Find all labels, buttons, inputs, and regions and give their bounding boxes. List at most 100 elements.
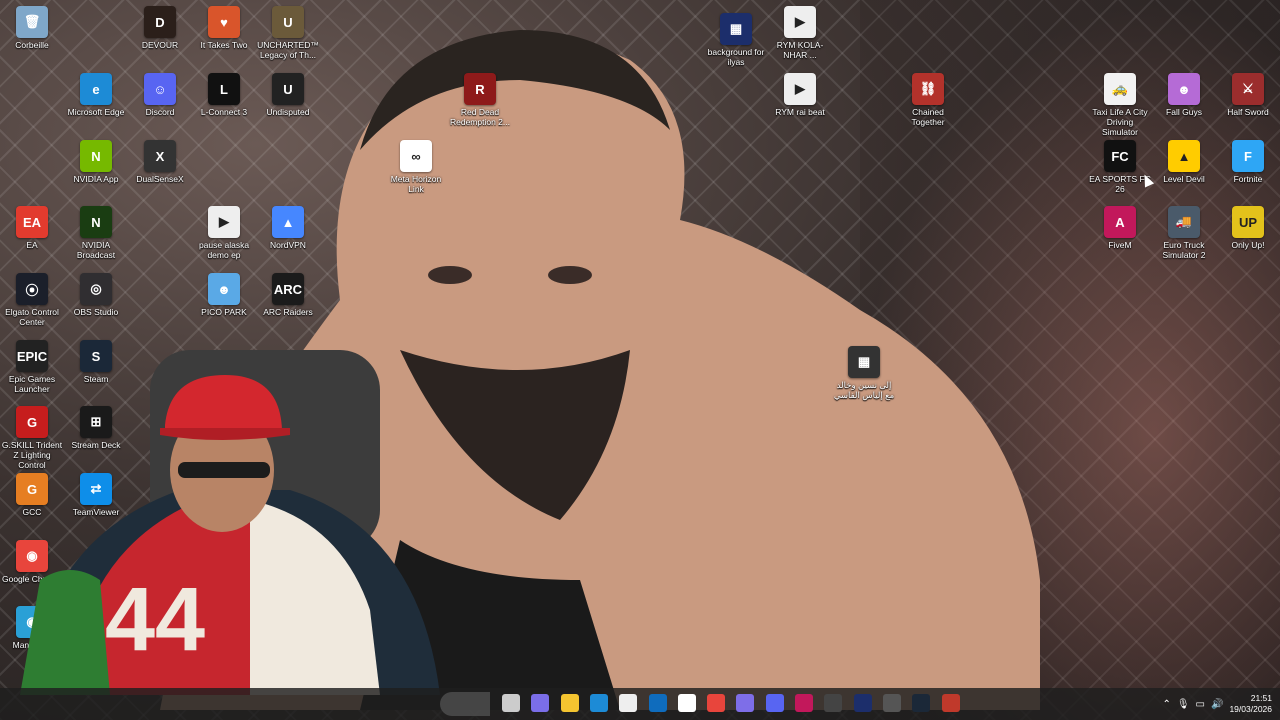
desktop-icon-label: Taxi Life A City Driving Simulator (1092, 107, 1148, 137)
desktop-icon[interactable]: ☺ Discord (128, 73, 192, 117)
taskbar-obs-icon[interactable] (824, 694, 843, 712)
desktop-icon-label: Red Dead Redemption 2... (449, 107, 510, 127)
taskbar-outlook-icon[interactable] (648, 694, 667, 712)
desktop-icon[interactable]: ∞ Meta Horizon Link (384, 140, 448, 194)
app-icon: U (272, 6, 304, 38)
microphone-icon[interactable]: 🎙 (1177, 699, 1190, 710)
app-icon: ♥ (208, 6, 240, 38)
desktop-icon[interactable]: L L-Connect 3 (192, 73, 256, 117)
chevron-up-icon[interactable]: ⌃ (1162, 699, 1170, 710)
desktop-icon[interactable]: ☻ Fall Guys (1152, 73, 1216, 117)
desktop-icon[interactable]: D DEVOUR (128, 6, 192, 50)
desktop-icon[interactable]: 🗑 Corbeille (0, 6, 64, 50)
desktop-icon[interactable]: ⛓ Chained Together (896, 73, 960, 127)
taskbar-task-view-icon[interactable] (502, 694, 520, 712)
desktop-icon[interactable]: N NVIDIA Broadcast (64, 206, 128, 260)
clock-date: 19/03/2026 (1229, 704, 1272, 714)
desktop-icon[interactable]: ◎ OBS Studio (64, 273, 128, 317)
desktop-icon[interactable]: 🚕 Taxi Life A City Driving Simulator (1088, 73, 1152, 137)
desktop-icon[interactable]: e Microsoft Edge (64, 73, 128, 117)
desktop-icon[interactable]: EA EA (0, 206, 64, 250)
desktop-icon[interactable]: ARC ARC Raiders (256, 273, 320, 317)
taskbar-steam-icon[interactable] (912, 694, 931, 712)
desktop-icon-label: إلى نسين وخالد مع إلياس الفاسي (833, 380, 895, 400)
app-icon: ▦ (720, 13, 752, 45)
desktop-icon-label: PICO PARK (201, 307, 247, 317)
desktop-icon[interactable]: U Undisputed (256, 73, 320, 117)
desktop-icon-label: Half Sword (1227, 107, 1269, 117)
taskbar-copilot-icon[interactable] (531, 694, 550, 712)
svg-text:44: 44 (105, 570, 205, 670)
desktop-icon-label: Meta Horizon Link (390, 174, 442, 194)
desktop-icon[interactable]: UP Only Up! (1216, 206, 1280, 250)
taskbar-chrome-icon[interactable] (707, 694, 726, 712)
desktop-icon[interactable]: ▲ NordVPN (256, 206, 320, 250)
app-icon: N (80, 206, 112, 238)
desktop-icon-label: NordVPN (270, 240, 306, 250)
app-icon: 🗑 (16, 6, 48, 38)
taskbar-edge-icon[interactable] (589, 694, 608, 712)
desktop-icon[interactable]: ⦿ Elgato Control Center (0, 273, 64, 327)
taskbar-background-video-icon[interactable] (853, 694, 872, 712)
taskbar-photos-icon[interactable] (677, 694, 696, 712)
desktop-icon-label: EA (26, 240, 38, 250)
taskbar-search[interactable] (440, 692, 490, 716)
app-icon: ⚔ (1232, 73, 1264, 105)
desktop-icon-label: RYM KOLA-NHAR ... (776, 40, 824, 60)
app-icon: ▲ (1168, 140, 1200, 172)
system-tray: ⌃ 🎙 ▭ 🔊 21:51 19/03/2026 (1162, 688, 1272, 720)
taskbar-store-icon[interactable] (619, 694, 638, 712)
desktop-icon[interactable]: X DualSenseX (128, 140, 192, 184)
desktop-icon-label: DualSenseX (136, 174, 184, 184)
taskbar-xbox-icon[interactable] (736, 694, 755, 712)
desktop-icon-label: Undisputed (266, 107, 310, 117)
app-icon: ∞ (400, 140, 432, 172)
desktop-icon[interactable]: FC EA SPORTS FC 26 (1088, 140, 1152, 194)
app-icon: ARC (272, 273, 304, 305)
desktop-icon[interactable]: A FiveM (1088, 206, 1152, 250)
desktop-icon[interactable]: ▲ Level Devil (1152, 140, 1216, 184)
app-icon: ☻ (208, 273, 240, 305)
desktop-icon-label: Discord (145, 107, 175, 117)
desktop-icon-label: Chained Together (911, 107, 945, 127)
desktop-icon[interactable]: N NVIDIA App (64, 140, 128, 184)
taskbar-camera-icon[interactable] (882, 694, 901, 712)
app-icon: ▲ (272, 206, 304, 238)
desktop-icon[interactable]: ▦ إلى نسين وخالد مع إلياس الفاسي (832, 346, 896, 400)
network-icon[interactable]: ▭ (1196, 699, 1205, 710)
app-icon: ☻ (1168, 73, 1200, 105)
desktop-icon[interactable]: ▶ pause alaska demo ep (192, 206, 256, 260)
volume-icon[interactable]: 🔊 (1211, 699, 1223, 710)
desktop-icon[interactable]: ▦ background for ilyas (704, 13, 768, 67)
app-icon: ⦿ (16, 273, 48, 305)
taskbar-clock[interactable]: 21:51 19/03/2026 (1229, 693, 1272, 715)
desktop-icon-label: Elgato Control Center (5, 307, 59, 327)
desktop-icon-label: Fall Guys (1166, 107, 1202, 117)
desktop-icon-label: Corbeille (15, 40, 49, 50)
desktop-icon-label: FiveM (1108, 240, 1132, 250)
streamer-webcam-image: 44 (20, 350, 440, 695)
taskbar-manycam-icon[interactable] (941, 694, 960, 712)
desktop-icon[interactable]: ⚔ Half Sword (1216, 73, 1280, 117)
app-icon: ☺ (144, 73, 176, 105)
taskbar-discord-icon[interactable] (765, 694, 784, 712)
desktop-icon[interactable]: ▶ RYM KOLA-NHAR ... (768, 6, 832, 60)
desktop-icon[interactable]: R Red Dead Redemption 2... (448, 73, 512, 127)
desktop-icon-label: UNCHARTED™ Legacy of Th... (257, 40, 319, 60)
desktop-icon[interactable]: F Fortnite (1216, 140, 1280, 184)
app-icon: ▶ (784, 73, 816, 105)
app-icon: N (80, 140, 112, 172)
taskbar-fivem-icon[interactable] (795, 694, 813, 712)
desktop-icon[interactable]: 🚚 Euro Truck Simulator 2 (1152, 206, 1216, 260)
clock-time: 21:51 (1250, 693, 1272, 703)
desktop-icon-label: NVIDIA Broadcast (76, 240, 116, 260)
desktop-icon[interactable]: ♥ It Takes Two (192, 6, 256, 50)
desktop-icon-label: Microsoft Edge (67, 107, 125, 117)
taskbar: ⌃ 🎙 ▭ 🔊 21:51 19/03/2026 (0, 688, 1280, 720)
app-icon: U (272, 73, 304, 105)
taskbar-file-explorer-icon[interactable] (560, 694, 579, 712)
desktop-icon-label: Euro Truck Simulator 2 (1162, 240, 1206, 260)
desktop-icon[interactable]: ▶ RYM rai beat (768, 73, 832, 117)
desktop-icon[interactable]: U UNCHARTED™ Legacy of Th... (256, 6, 320, 60)
desktop-icon[interactable]: ☻ PICO PARK (192, 273, 256, 317)
